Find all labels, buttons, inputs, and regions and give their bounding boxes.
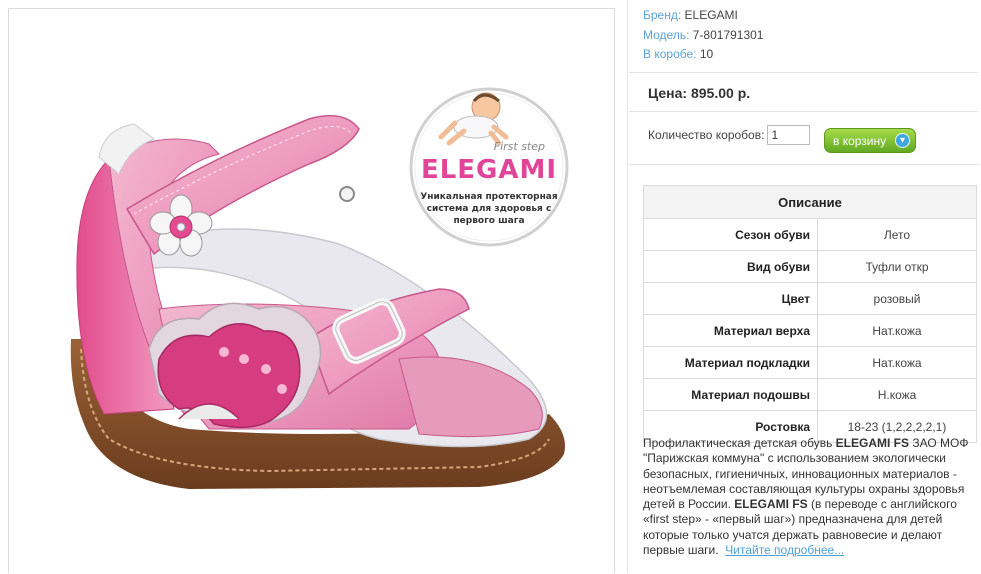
- brand-logo-badge: First step ELEGAMI Уникальная протекторн…: [409, 87, 569, 247]
- logo-slogan-3: первого шага: [453, 216, 524, 226]
- quantity-row: Количество коробов:: [648, 125, 811, 145]
- spec-value: Туфли откр: [817, 250, 977, 283]
- table-row: Вид обуви Туфли откр: [643, 250, 977, 283]
- brand-name-bold: ELEGAMI FS: [734, 497, 808, 512]
- price: Цена: 895.00 р.: [648, 85, 751, 101]
- add-to-cart-label: в корзину: [833, 133, 887, 148]
- table-row: Материал верха Нат.кожа: [643, 314, 977, 347]
- brand-row: Бренд: ELEGAMI: [643, 8, 738, 22]
- brand-name-bold: ELEGAMI FS: [835, 436, 909, 450]
- spec-value: Н.кожа: [817, 378, 977, 411]
- spec-name: Материал подкладки: [643, 346, 818, 379]
- spec-name: Материал подошвы: [643, 378, 818, 411]
- specs-table: Описание Сезон обуви Лето Вид обуви Туфли …: [643, 185, 977, 443]
- model-value: 7-801791301: [692, 27, 764, 42]
- quantity-label: Количество коробов:: [648, 128, 765, 142]
- product-description: Профилактическая детская обувь ELEGAMI F…: [643, 436, 969, 558]
- spec-name: Вид обуви: [643, 250, 818, 283]
- divider: [629, 72, 978, 73]
- quantity-input[interactable]: [767, 125, 811, 145]
- specs-heading: Описание: [643, 185, 977, 219]
- spec-value: Нат.кожа: [817, 346, 977, 379]
- box-count-row: В коробе: 10: [643, 47, 714, 61]
- brand-value: ELEGAMI: [684, 8, 738, 22]
- product-image-frame[interactable]: First step ELEGAMI Уникальная протекторн…: [8, 8, 615, 573]
- spec-value: Нат.кожа: [817, 314, 977, 347]
- logo-slogan-2: система для здоровья с: [427, 204, 552, 214]
- product-meta: Бренд: ELEGAMI Модель: 7-801791301 В кор…: [643, 6, 763, 65]
- table-row: Материал подкладки Нат.кожа: [643, 346, 977, 379]
- spec-value: Лето: [817, 218, 977, 251]
- read-more-link[interactable]: Читайте подробнее...: [725, 543, 844, 557]
- table-row: Цвет розовый: [643, 282, 977, 315]
- model-row: Модель: 7-801791301: [643, 27, 764, 42]
- spec-name: Материал верха: [643, 314, 818, 347]
- product-image: First step ELEGAMI Уникальная протекторн…: [70, 87, 569, 489]
- table-row: Сезон обуви Лето: [643, 218, 977, 251]
- logo-tagline: First step: [494, 140, 545, 153]
- logo-brand: ELEGAMI: [421, 155, 557, 185]
- box-count-value: 10: [699, 47, 714, 61]
- logo-slogan-1: Уникальная протекторная: [420, 192, 558, 202]
- table-row: Материал подошвы Н.кожа: [643, 378, 977, 411]
- spec-value: розовый: [817, 282, 977, 315]
- spec-name: Цвет: [643, 282, 818, 315]
- product-info-panel: Бренд: ELEGAMI Модель: 7-801791301 В кор…: [627, 0, 981, 573]
- divider: [629, 164, 978, 165]
- spec-name: Сезон обуви: [643, 218, 818, 251]
- shoe-toe: [398, 356, 543, 438]
- cart-icon: ▾: [895, 133, 910, 148]
- add-to-cart-button[interactable]: в корзину ▾: [824, 128, 916, 153]
- divider: [629, 111, 978, 112]
